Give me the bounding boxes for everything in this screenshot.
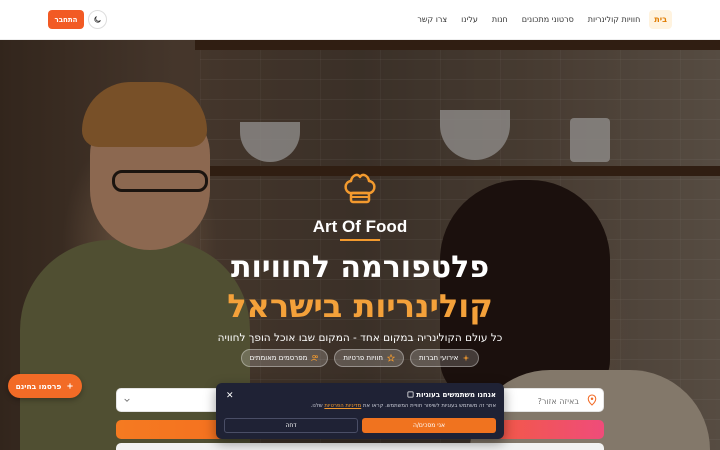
chip-company-events[interactable]: אירועי חברות <box>409 349 480 367</box>
post-button-label: פרסמו בחינם <box>15 381 62 391</box>
cookie-icon <box>407 391 414 398</box>
cookie-accept-button[interactable]: אני מסכים/ה <box>362 418 496 433</box>
nav-link-about[interactable]: עלינו <box>456 10 483 29</box>
hero-headline-line1: פלטפורמה לחוויות <box>230 250 490 285</box>
brand-underline <box>340 239 380 241</box>
login-button[interactable]: התחבר <box>48 10 84 29</box>
chip-verified-advertisers[interactable]: מפרסמים מאומתים <box>240 349 329 367</box>
chip-label: חוויות פרטיות <box>343 354 383 362</box>
hero-headline-line2: קולינריות בישראל <box>227 287 493 325</box>
map-pin-icon <box>587 394 597 406</box>
chip-private-experiences[interactable]: חוויות פרטיות <box>334 349 404 367</box>
chef-hat-icon <box>344 173 376 204</box>
privacy-policy-link[interactable]: מדיניות הפרטיות <box>324 403 361 409</box>
top-navbar: בית חוויות קולינריות סרטוני מתכונים חנות… <box>0 0 720 40</box>
users-icon <box>311 355 319 362</box>
nav-link-home[interactable]: בית <box>649 10 672 29</box>
nav-links: בית חוויות קולינריות סרטוני מתכונים חנות… <box>412 10 672 29</box>
cookie-reject-button[interactable]: דחה <box>224 418 358 433</box>
sparkles-icon <box>463 354 470 362</box>
hero-subtitle: כל עולם הקולינריה במקום אחד - המקום שבו … <box>217 332 503 344</box>
chip-label: מפרסמים מאומתים <box>249 354 308 362</box>
cookie-title-text: אנחנו משתמשים בעוגיות <box>416 391 496 399</box>
star-icon <box>386 354 395 362</box>
close-icon[interactable]: ✕ <box>226 391 234 401</box>
brand-name: Art Of Food <box>312 217 408 236</box>
feature-chips: אירועי חברות חוויות פרטיות מפרסמים מאומת… <box>0 349 720 367</box>
cookie-consent-banner: ✕ אנחנו משתמשים בעוגיות אתר זה משתמש בעו… <box>216 383 504 439</box>
theme-toggle-button[interactable] <box>88 10 107 29</box>
post-for-free-button[interactable]: פרסמו בחינם <box>8 374 82 398</box>
nav-link-shop[interactable]: חנות <box>487 10 513 29</box>
plus-icon <box>67 383 74 389</box>
cookie-text-after: שלנו. <box>310 403 325 409</box>
cookie-title: אנחנו משתמשים בעוגיות <box>407 391 496 399</box>
cookie-text: אתר זה משתמש בעוגיות לשיפור חוויית המשתמ… <box>311 403 496 409</box>
cookie-text-before: אתר זה משתמש בעוגיות לשיפור חוויית המשתמ… <box>361 403 496 409</box>
search-secondary-field[interactable] <box>116 443 604 450</box>
moon-icon <box>94 16 101 23</box>
nav-link-contact[interactable]: צרו קשר <box>412 10 452 29</box>
nav-link-experiences[interactable]: חוויות קולינריות <box>583 10 646 29</box>
chip-label: אירועי חברות <box>418 354 459 362</box>
chevron-down-icon <box>124 398 130 402</box>
nav-link-recipe-videos[interactable]: סרטוני מתכונים <box>517 10 579 29</box>
